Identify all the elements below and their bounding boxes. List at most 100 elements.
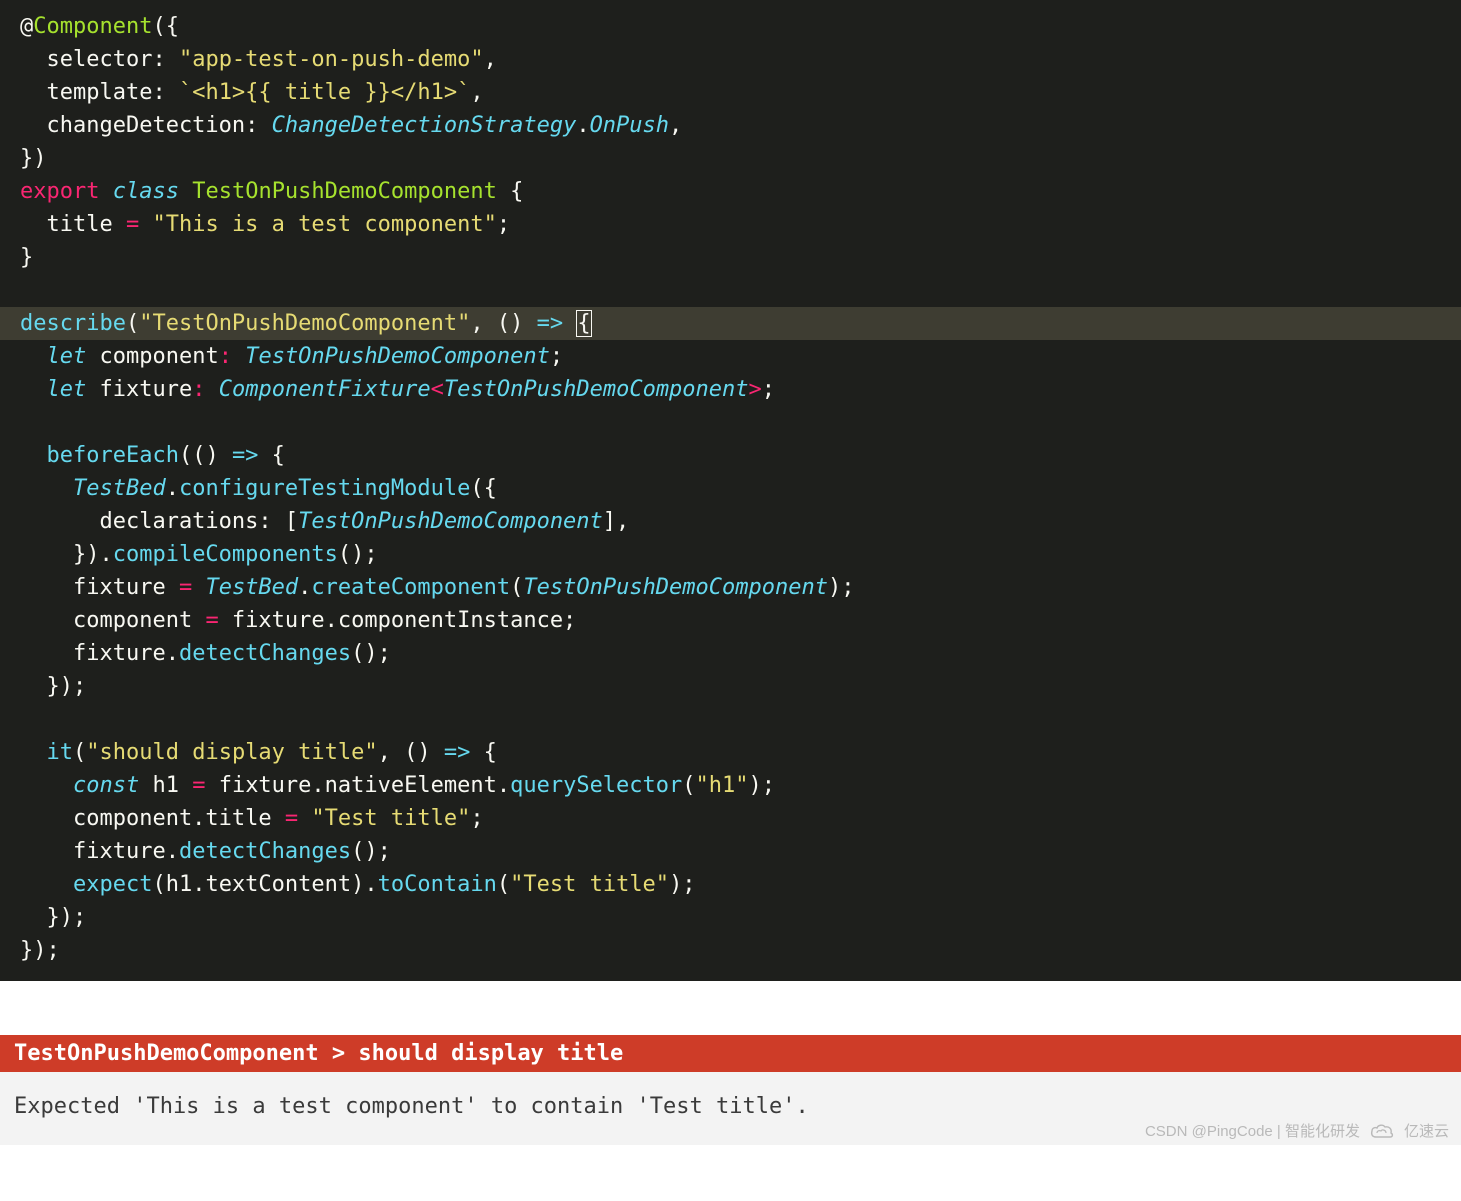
code-line[interactable]: title = "This is a test component"; bbox=[0, 208, 1461, 241]
code-line[interactable]: const h1 = fixture.nativeElement.querySe… bbox=[0, 769, 1461, 802]
code-line[interactable] bbox=[0, 406, 1461, 439]
code-token: ComponentFixture bbox=[219, 377, 431, 402]
code-token: TestBed bbox=[73, 476, 166, 501]
code-token: ); bbox=[749, 773, 776, 798]
code-token: TestOnPushDemoComponent bbox=[298, 509, 603, 534]
code-token: < bbox=[431, 377, 444, 402]
code-token: "TestOnPushDemoComponent" bbox=[139, 311, 470, 336]
code-token bbox=[20, 443, 47, 468]
code-line[interactable]: }); bbox=[0, 670, 1461, 703]
code-token: `<h1>{{ title }}</h1>` bbox=[179, 80, 470, 105]
code-line[interactable]: let component: TestOnPushDemoComponent; bbox=[0, 340, 1461, 373]
code-token: detectChanges bbox=[179, 839, 351, 864]
code-token: => bbox=[232, 443, 259, 468]
code-line[interactable] bbox=[0, 703, 1461, 736]
code-token: fixture. bbox=[20, 839, 179, 864]
code-token: }); bbox=[20, 905, 86, 930]
code-token: fixture bbox=[86, 377, 192, 402]
code-token: { bbox=[576, 310, 591, 337]
code-token: > bbox=[749, 377, 762, 402]
code-token: ChangeDetectionStrategy bbox=[272, 113, 577, 138]
code-token: ; bbox=[550, 344, 563, 369]
code-line[interactable]: fixture = TestBed.createComponent(TestOn… bbox=[0, 571, 1461, 604]
code-line[interactable]: }).compileComponents(); bbox=[0, 538, 1461, 571]
code-token: }); bbox=[20, 938, 60, 963]
code-token: = bbox=[205, 608, 218, 633]
code-line[interactable]: describe("TestOnPushDemoComponent", () =… bbox=[0, 307, 1461, 340]
code-token: ({ bbox=[152, 14, 179, 39]
code-line[interactable]: TestBed.configureTestingModule({ bbox=[0, 472, 1461, 505]
code-token bbox=[20, 410, 33, 435]
code-line[interactable]: }) bbox=[0, 142, 1461, 175]
watermark-right: 亿速云 bbox=[1404, 1120, 1449, 1141]
code-line[interactable]: component.title = "Test title"; bbox=[0, 802, 1461, 835]
code-token bbox=[20, 278, 33, 303]
code-token: TestOnPushDemoComponent bbox=[444, 377, 749, 402]
code-line[interactable]: fixture.detectChanges(); bbox=[0, 637, 1461, 670]
code-token: { bbox=[470, 740, 497, 765]
code-token: const bbox=[73, 773, 139, 798]
code-token: beforeEach bbox=[47, 443, 179, 468]
code-token: "Test title" bbox=[510, 872, 669, 897]
code-token: ); bbox=[669, 872, 696, 897]
code-token: @ bbox=[20, 14, 33, 39]
code-token bbox=[179, 179, 192, 204]
code-token: "should display title" bbox=[86, 740, 377, 765]
code-editor[interactable]: @Component({ selector: "app-test-on-push… bbox=[0, 0, 1461, 981]
code-line[interactable]: fixture.detectChanges(); bbox=[0, 835, 1461, 868]
code-token bbox=[139, 212, 152, 237]
code-token: (h1.textContent). bbox=[152, 872, 377, 897]
code-line[interactable]: }); bbox=[0, 901, 1461, 934]
code-token bbox=[20, 344, 47, 369]
cloud-icon bbox=[1370, 1123, 1394, 1139]
code-line[interactable]: }); bbox=[0, 934, 1461, 967]
code-line[interactable]: @Component({ bbox=[0, 10, 1461, 43]
code-token: : bbox=[192, 377, 219, 402]
test-report: TestOnPushDemoComponent > should display… bbox=[0, 1035, 1461, 1145]
code-line[interactable]: } bbox=[0, 241, 1461, 274]
code-line[interactable]: it("should display title", () => { bbox=[0, 736, 1461, 769]
code-line[interactable]: export class TestOnPushDemoComponent { bbox=[0, 175, 1461, 208]
layout-gap bbox=[0, 981, 1461, 1035]
code-line[interactable]: template: `<h1>{{ title }}</h1>`, bbox=[0, 76, 1461, 109]
code-token: TestBed bbox=[205, 575, 298, 600]
code-token: TestOnPushDemoComponent bbox=[245, 344, 550, 369]
code-token: ; bbox=[497, 212, 510, 237]
code-line[interactable]: expect(h1.textContent).toContain("Test t… bbox=[0, 868, 1461, 901]
code-token: , bbox=[484, 47, 497, 72]
code-token: "Test title" bbox=[311, 806, 470, 831]
code-token: => bbox=[444, 740, 471, 765]
code-token: (); bbox=[351, 839, 391, 864]
code-line[interactable]: let fixture: ComponentFixture<TestOnPush… bbox=[0, 373, 1461, 406]
code-token: OnPush bbox=[590, 113, 669, 138]
code-token bbox=[192, 575, 205, 600]
code-token: TestOnPushDemoComponent bbox=[523, 575, 828, 600]
code-token bbox=[298, 806, 311, 831]
code-token: declarations: [ bbox=[20, 509, 298, 534]
code-line[interactable]: beforeEach(() => { bbox=[0, 439, 1461, 472]
code-token: TestOnPushDemoComponent bbox=[192, 179, 497, 204]
code-token: : bbox=[219, 344, 246, 369]
code-token: fixture. bbox=[20, 641, 179, 666]
code-token: "This is a test component" bbox=[152, 212, 496, 237]
code-line[interactable]: component = fixture.componentInstance; bbox=[0, 604, 1461, 637]
code-line[interactable]: selector: "app-test-on-push-demo", bbox=[0, 43, 1461, 76]
code-token bbox=[20, 872, 73, 897]
watermark: CSDN @PingCode | 智能化研发 亿速云 bbox=[1145, 1120, 1449, 1141]
code-token: . bbox=[298, 575, 311, 600]
code-token: component bbox=[86, 344, 218, 369]
code-line[interactable] bbox=[0, 274, 1461, 307]
code-token: , () bbox=[378, 740, 444, 765]
code-token: Component bbox=[33, 14, 152, 39]
code-token: ({ bbox=[470, 476, 497, 501]
code-token: component.title bbox=[20, 806, 285, 831]
code-token: , () bbox=[470, 311, 536, 336]
code-token: ( bbox=[497, 872, 510, 897]
code-token: toContain bbox=[378, 872, 497, 897]
code-token: (); bbox=[338, 542, 378, 567]
code-line[interactable]: changeDetection: ChangeDetectionStrategy… bbox=[0, 109, 1461, 142]
code-token: compileComponents bbox=[113, 542, 338, 567]
test-fail-header: TestOnPushDemoComponent > should display… bbox=[0, 1035, 1461, 1072]
code-line[interactable]: declarations: [TestOnPushDemoComponent], bbox=[0, 505, 1461, 538]
code-token bbox=[20, 377, 47, 402]
